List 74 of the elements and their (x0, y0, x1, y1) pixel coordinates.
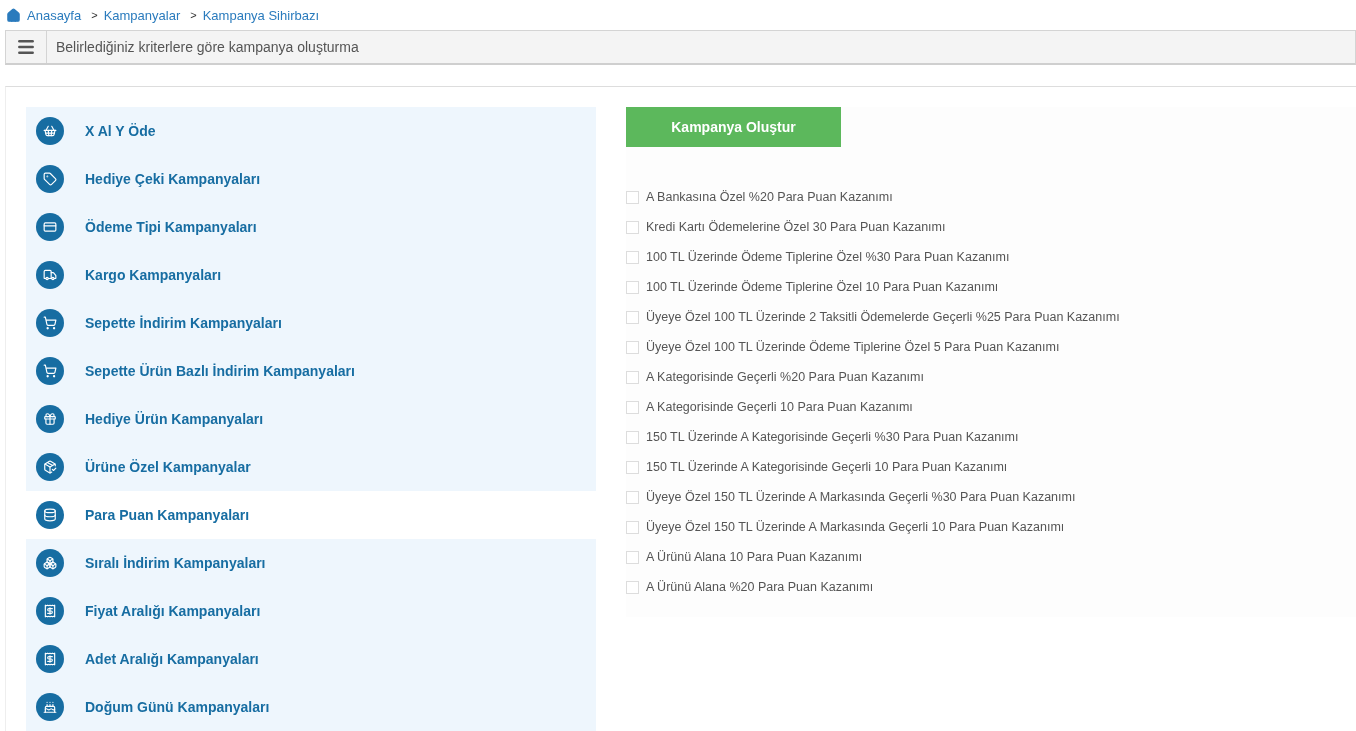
receipt-icon (36, 597, 64, 625)
sidebar-item-label: Sıralı İndirim Kampanyaları (85, 555, 266, 571)
sidebar-item-label: Sepette İndirim Kampanyaları (85, 315, 282, 331)
breadcrumb-separator: > (190, 9, 197, 22)
option-label: Kredi Kartı Ödemelerine Özel 30 Para Puan Kazanımı (646, 220, 946, 234)
sidebar-item[interactable]: Sıralı İndirim Kampanyaları (26, 539, 596, 587)
sidebar-item[interactable]: X Al Y Öde (26, 107, 596, 155)
sidebar-item[interactable]: Fiyat Aralığı Kampanyaları (26, 587, 596, 635)
package-icon (36, 453, 64, 481)
cart-icon (36, 357, 64, 385)
breadcrumb-link[interactable]: Kampanyalar (103, 7, 181, 23)
option-label: A Ürünü Alana 10 Para Puan Kazanımı (646, 550, 863, 564)
checkbox[interactable] (626, 460, 639, 474)
credit-card-icon (36, 213, 64, 241)
breadcrumb-link[interactable]: Kampanya Sihirbazı (202, 7, 320, 23)
sidebar-item-label: Sepette Ürün Bazlı İndirim Kampanyaları (85, 363, 355, 379)
basket-icon (36, 117, 64, 145)
cart-icon (36, 309, 64, 337)
sidebar-item-label: Kargo Kampanyaları (85, 267, 222, 283)
option-label: A Ürünü Alana %20 Para Puan Kazanımı (646, 580, 874, 594)
option-label: 150 TL Üzerinde A Kategorisinde Geçerli 10 Para Puan Kazanımı (646, 460, 1008, 474)
option-label: Üyeye Özel 100 TL Üzerinde 2 Taksitli Ödemelerde Geçerli %25 Para Puan Kazanımı (646, 310, 1120, 324)
sidebar-item-label: Hediye Çeki Kampanyaları (85, 171, 261, 187)
sidebar-item-label: Hediye Ürün Kampanyaları (85, 411, 264, 427)
checkbox[interactable] (626, 340, 639, 354)
sidebar-item[interactable]: Doğum Günü Kampanyaları (26, 683, 596, 731)
sidebar-item[interactable]: Sepette Ürün Bazlı İndirim Kampanyaları (26, 347, 596, 395)
boxes-icon (36, 549, 64, 577)
sidebar-item-label: Doğum Günü Kampanyaları (85, 699, 270, 715)
option-label: Üyeye Özel 150 TL Üzerinde A Markasında Geçerli %30 Para Puan Kazanımı (646, 490, 1076, 504)
tag-icon (36, 165, 64, 193)
sidebar-item[interactable]: Ödeme Tipi Kampanyaları (26, 203, 596, 251)
home-icon[interactable] (6, 7, 21, 23)
sidebar-item[interactable]: Ürüne Özel Kampanyalar (26, 443, 596, 491)
option-label: Üyeye Özel 100 TL Üzerinde Ödeme Tiplerine Özel 5 Para Puan Kazanımı (646, 340, 1060, 354)
cake-icon (36, 693, 64, 721)
checkbox[interactable] (626, 400, 639, 414)
checkbox[interactable] (626, 250, 639, 264)
checkbox[interactable] (626, 370, 639, 384)
option-label: 100 TL Üzerinde Ödeme Tiplerine Özel 10 Para Puan Kazanımı (646, 280, 999, 294)
sidebar-item-label: Fiyat Aralığı Kampanyaları (85, 603, 261, 619)
breadcrumb-separator: > (91, 9, 98, 22)
option-label: 100 TL Üzerinde Ödeme Tiplerine Özel %30 Para Puan Kazanımı (646, 250, 1010, 264)
breadcrumb-link[interactable]: Anasayfa (27, 7, 82, 23)
sidebar-item[interactable]: Hediye Ürün Kampanyaları (26, 395, 596, 443)
sidebar-item[interactable]: Sepette İndirim Kampanyaları (26, 299, 596, 347)
header-title: Belirlediğiniz kriterlere göre kampanya oluşturma (55, 38, 359, 55)
option-label: A Bankasına Özel %20 Para Puan Kazanımı (646, 190, 893, 204)
gift-icon (36, 405, 64, 433)
sidebar-item-label: Ödeme Tipi Kampanyaları (85, 219, 257, 235)
checkbox[interactable] (626, 580, 639, 594)
sidebar-item-label: Adet Aralığı Kampanyaları (85, 651, 259, 667)
option-label: A Kategorisinde Geçerli 10 Para Puan Kazanımı (646, 400, 913, 414)
option-label: Üyeye Özel 150 TL Üzerinde A Markasında Geçerli 10 Para Puan Kazanımı (646, 520, 1065, 534)
option-label: A Kategorisinde Geçerli %20 Para Puan Kazanımı (646, 370, 924, 384)
checkbox[interactable] (626, 520, 639, 534)
checkbox[interactable] (626, 190, 639, 204)
checkbox[interactable] (626, 310, 639, 324)
receipt-icon (36, 645, 64, 673)
checkbox[interactable] (626, 280, 639, 294)
checkbox[interactable] (626, 550, 639, 564)
sidebar-item-label: Para Puan Kampanyaları (85, 507, 250, 523)
checkbox[interactable] (626, 490, 639, 504)
option-label: 150 TL Üzerinde A Kategorisinde Geçerli %30 Para Puan Kazanımı (646, 430, 1019, 444)
sidebar-item-label: Ürüne Özel Kampanyalar (85, 459, 251, 475)
sidebar-item[interactable]: Adet Aralığı Kampanyaları (26, 635, 596, 683)
truck-icon (36, 261, 64, 289)
checkbox[interactable] (626, 430, 639, 444)
database-icon (36, 501, 64, 529)
sidebar-item-label: X Al Y Öde (85, 123, 156, 139)
sidebar-item[interactable]: Hediye Çeki Kampanyaları (26, 155, 596, 203)
checkbox[interactable] (626, 220, 639, 234)
sidebar-item[interactable]: Para Puan Kampanyaları (26, 491, 596, 539)
sidebar-item[interactable]: Kargo Kampanyaları (26, 251, 596, 299)
